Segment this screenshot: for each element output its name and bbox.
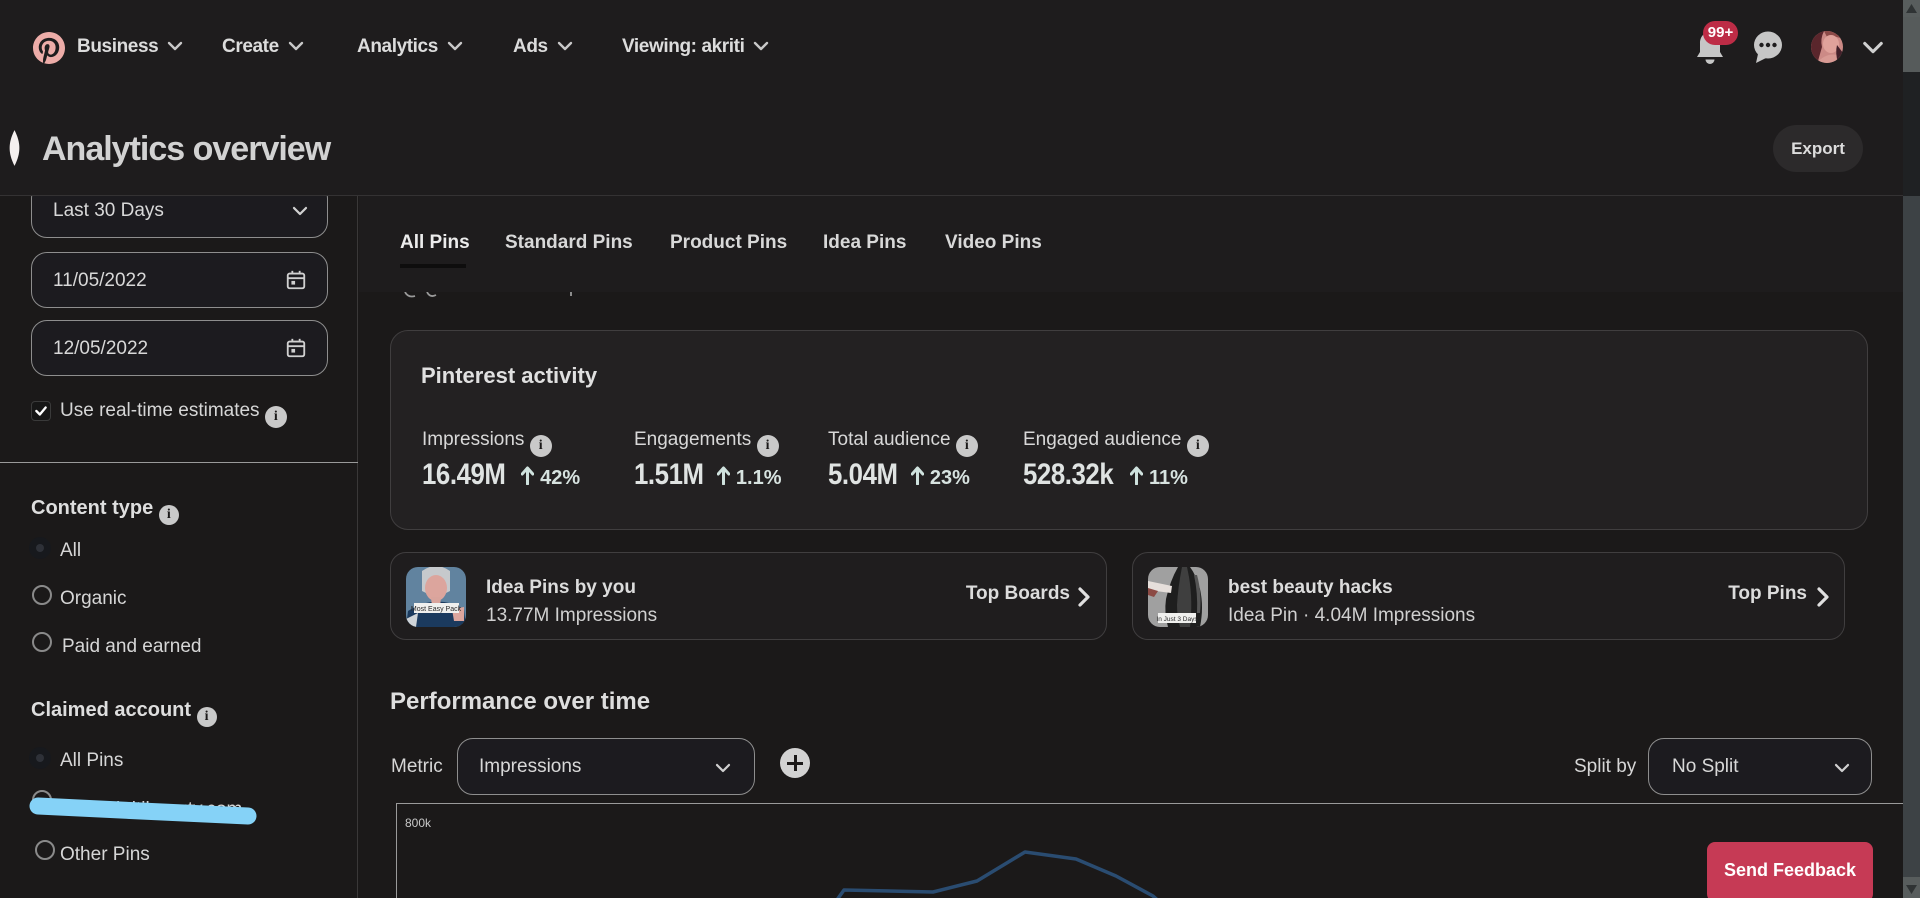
svg-text:Most Easy Pack: Most Easy Pack: [411, 606, 462, 613]
svg-text:In Just 3 Days: In Just 3 Days: [1156, 616, 1198, 623]
